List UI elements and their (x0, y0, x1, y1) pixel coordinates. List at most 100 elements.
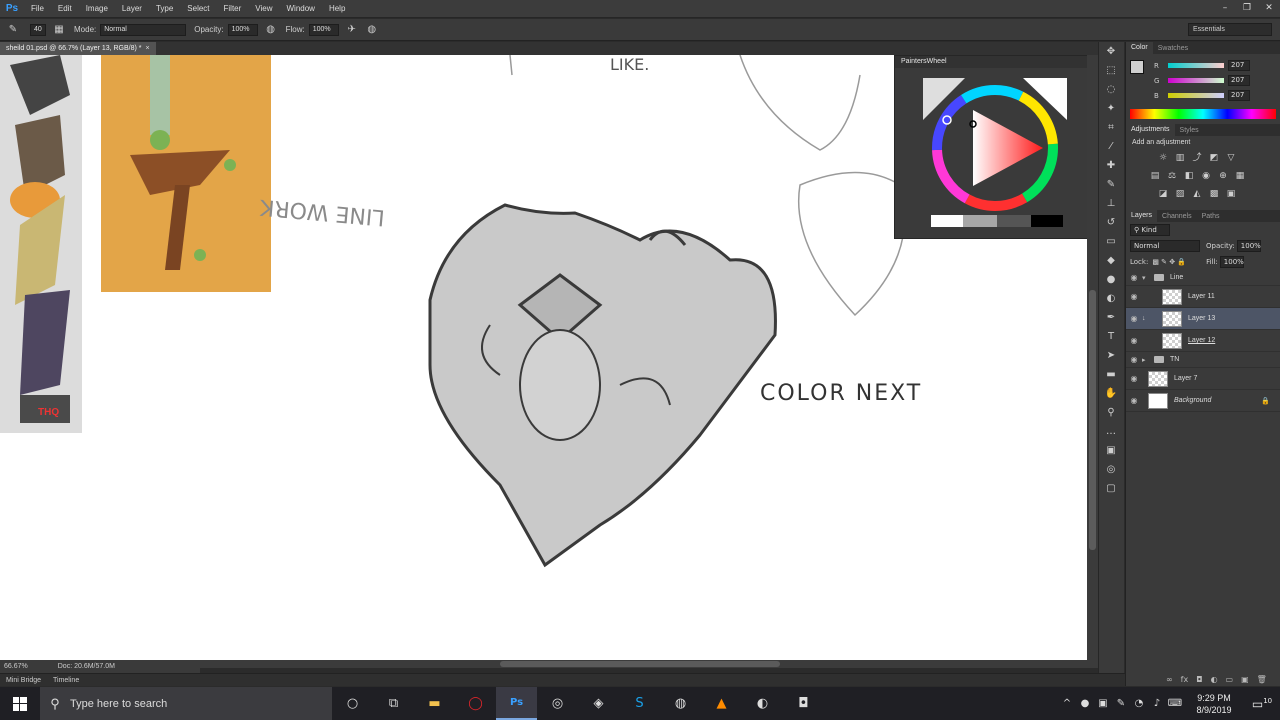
layer-group-tn[interactable]: ◉ ▸ TN (1126, 352, 1280, 368)
task-view-icon[interactable]: ⧉ (373, 687, 414, 720)
selective-color-icon[interactable]: ▣ (1224, 189, 1238, 199)
tab-timeline[interactable]: Timeline (47, 677, 85, 684)
vibrance-icon[interactable]: ▽ (1224, 153, 1238, 163)
crop-tool-icon[interactable]: ⌗ (1099, 118, 1123, 137)
path-select-icon[interactable]: ➤ (1099, 346, 1123, 365)
menu-image[interactable]: Image (79, 4, 115, 13)
restore-icon[interactable]: ❐ (1236, 0, 1258, 18)
menu-filter[interactable]: Filter (217, 4, 249, 13)
menu-window[interactable]: Window (280, 4, 322, 13)
discord-icon[interactable]: ◘ (783, 687, 824, 720)
new-group-icon[interactable]: ▭ (1226, 675, 1234, 684)
paint-icon[interactable]: ◐ (742, 687, 783, 720)
brush-tool-icon[interactable]: ✎ (1099, 175, 1123, 194)
more-tools-icon[interactable]: … (1099, 422, 1123, 441)
blue-value[interactable]: 207 (1228, 90, 1250, 101)
layer-row-7[interactable]: ◉ Layer 7 (1126, 368, 1280, 390)
layer-opacity-field[interactable]: 100% (1236, 240, 1261, 252)
history-brush-icon[interactable]: ↺ (1099, 213, 1123, 232)
fx-icon[interactable]: fx (1181, 675, 1189, 684)
tab-swatches[interactable]: Swatches (1153, 45, 1193, 52)
mode-select[interactable]: Normal (100, 23, 187, 36)
network-icon[interactable]: ◔ (1130, 698, 1148, 709)
visibility-eye-icon[interactable]: ◉ (1126, 336, 1142, 345)
lasso-tool-icon[interactable]: ◌ (1099, 80, 1123, 99)
language-icon[interactable]: ⌨ (1166, 698, 1184, 709)
bucket-tool-icon[interactable]: ◆ (1099, 251, 1123, 270)
layer-row-11[interactable]: ◉ Layer 11 (1126, 286, 1280, 308)
photo-filter-icon[interactable]: ◉ (1199, 171, 1213, 181)
menu-type[interactable]: Type (149, 4, 180, 13)
green-slider[interactable] (1168, 78, 1224, 83)
eraser-tool-icon[interactable]: ▭ (1099, 232, 1123, 251)
curves-icon[interactable]: ⤴ (1190, 153, 1204, 163)
adjustment-layer-icon[interactable]: ◐ (1211, 675, 1218, 684)
red-slider[interactable] (1168, 63, 1224, 68)
visibility-eye-icon[interactable]: ◉ (1126, 396, 1142, 405)
clock[interactable]: 9:29 PM 8/9/2019 (1184, 692, 1244, 716)
close-tab-icon[interactable]: × (145, 45, 149, 52)
move-tool-icon[interactable]: ✥ (1099, 42, 1123, 61)
color-lookup-icon[interactable]: ▦ (1233, 171, 1247, 181)
stamp-tool-icon[interactable]: ⊥ (1099, 194, 1123, 213)
posterize-icon[interactable]: ▨ (1173, 189, 1187, 199)
menu-layer[interactable]: Layer (115, 4, 149, 13)
zoom-level[interactable]: 66.67% (4, 663, 28, 670)
marquee-tool-icon[interactable]: ⬚ (1099, 61, 1123, 80)
expand-arrow-icon[interactable]: ▾ (1142, 274, 1150, 282)
menu-select[interactable]: Select (180, 4, 216, 13)
dodge-tool-icon[interactable]: ◐ (1099, 289, 1123, 308)
layer-row-background[interactable]: ◉ Background 🔒 (1126, 390, 1280, 412)
trash-icon[interactable]: 🗑 (1257, 675, 1267, 684)
lock-icons[interactable]: ▩ ✎ ✥ 🔒 (1152, 258, 1186, 266)
close-icon[interactable]: ✕ (1258, 0, 1280, 18)
menu-edit[interactable]: Edit (51, 4, 79, 13)
visibility-eye-icon[interactable]: ◉ (1126, 355, 1142, 364)
healing-tool-icon[interactable]: ✚ (1099, 156, 1123, 175)
layer-filter-kind[interactable]: ⚲ Kind (1130, 224, 1170, 236)
pen-tool-icon[interactable]: ✒ (1099, 308, 1123, 327)
collapse-arrow-icon[interactable]: ▸ (1142, 356, 1150, 364)
eyedropper-tool-icon[interactable]: ⁄ (1099, 137, 1123, 156)
opacity-field[interactable]: 100% (227, 23, 258, 36)
shape-tool-icon[interactable]: ▬ (1099, 365, 1123, 384)
type-tool-icon[interactable]: T (1099, 327, 1123, 346)
visibility-eye-icon[interactable]: ◉ (1126, 292, 1142, 301)
pressure-opacity-icon[interactable]: ◍ (264, 23, 278, 37)
vertical-scrollbar[interactable] (1087, 55, 1098, 660)
tab-styles[interactable]: Styles (1175, 127, 1204, 134)
tab-layers[interactable]: Layers (1126, 210, 1158, 222)
invert-icon[interactable]: ◪ (1156, 189, 1170, 199)
foreground-color-swatch[interactable] (1130, 60, 1144, 74)
channel-mixer-icon[interactable]: ⊕ (1216, 171, 1230, 181)
blend-mode-select[interactable]: Normal (1130, 240, 1200, 252)
hand-tool-icon[interactable]: ✋ (1099, 384, 1123, 403)
app-icon[interactable]: ◎ (537, 687, 578, 720)
link-icon[interactable]: ∞ (1166, 675, 1173, 684)
fill-field[interactable]: 100% (1219, 256, 1244, 268)
microphone-icon[interactable]: ● (1076, 698, 1094, 709)
levels-icon[interactable]: ▥ (1173, 153, 1187, 163)
blur-tool-icon[interactable]: ● (1099, 270, 1123, 289)
layer-row-12[interactable]: ◉ Layer 12 (1126, 330, 1280, 352)
start-button[interactable] (0, 687, 40, 720)
cortana-icon[interactable]: ○ (332, 687, 373, 720)
tab-color[interactable]: Color (1126, 42, 1153, 54)
skype-icon[interactable]: S (619, 687, 660, 720)
tab-channels[interactable]: Channels (1157, 213, 1197, 220)
red-value[interactable]: 207 (1228, 60, 1250, 71)
visibility-eye-icon[interactable]: ◉ (1126, 374, 1142, 383)
color-balance-icon[interactable]: ⚖ (1165, 171, 1179, 181)
quick-select-tool-icon[interactable]: ✦ (1099, 99, 1123, 118)
brightness-icon[interactable]: ☼ (1156, 153, 1170, 163)
hue-saturation-icon[interactable]: ▤ (1148, 171, 1162, 181)
menu-file[interactable]: File (24, 4, 51, 13)
vertical-scroll-thumb[interactable] (1089, 290, 1096, 550)
opera-icon[interactable]: ◯ (455, 687, 496, 720)
app-icon-2[interactable]: ◍ (660, 687, 701, 720)
pen-icon[interactable]: ✎ (1112, 698, 1130, 709)
quick-mask-icon[interactable]: ◎ (1099, 460, 1123, 479)
volume-icon[interactable]: ♪ (1148, 698, 1166, 709)
color-wheel[interactable] (895, 68, 1093, 238)
pressure-size-icon[interactable]: ◍ (365, 23, 379, 37)
